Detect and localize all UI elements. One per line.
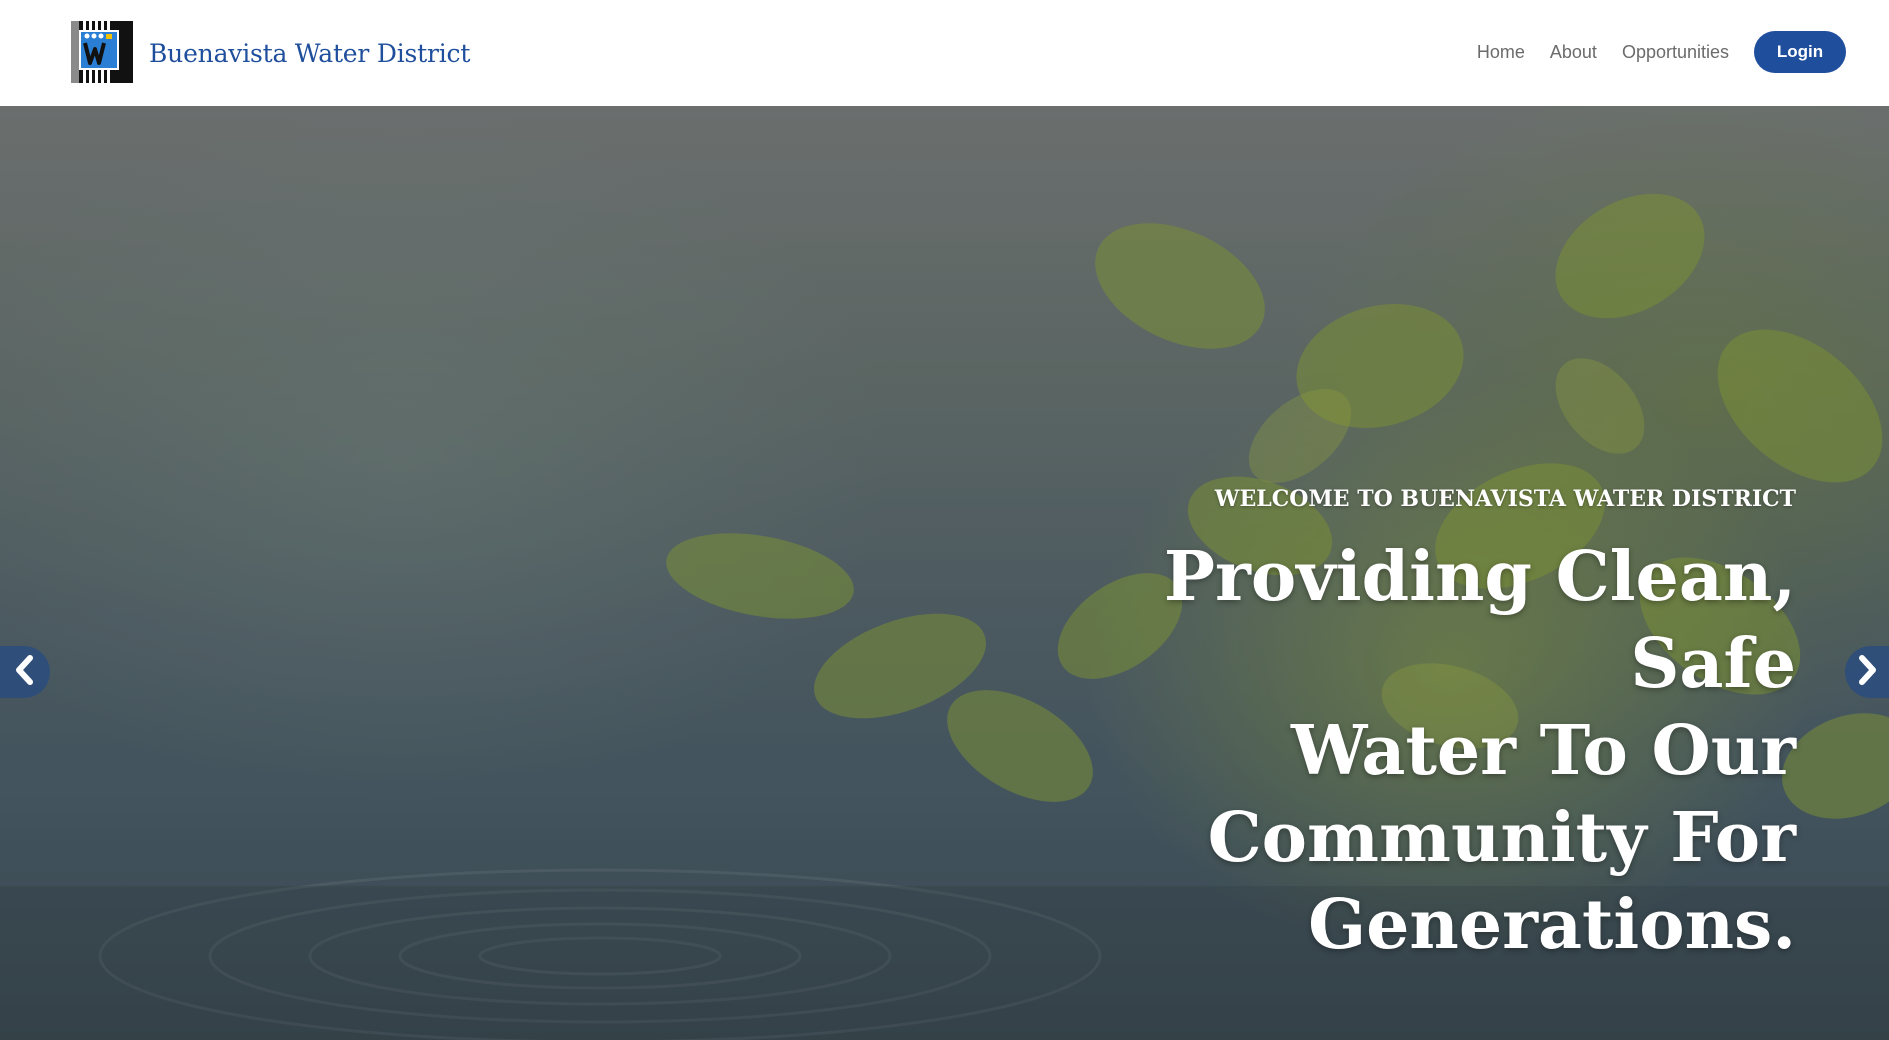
hero-headline-line: Generations. xyxy=(1308,885,1796,965)
hero-headline: Providing Clean, Safe Water To Our Commu… xyxy=(976,534,1796,969)
brand-link[interactable]: Buenavista Water District xyxy=(71,21,470,83)
water-district-logo-icon xyxy=(71,21,133,83)
carousel-prev-button[interactable] xyxy=(0,646,50,698)
hero-headline-line: Providing Clean, Safe xyxy=(1163,537,1796,704)
hero-headline-line: Water To Our xyxy=(1290,711,1796,791)
brand-name: Buenavista Water District xyxy=(149,38,471,68)
nav-opportunities-link[interactable]: Opportunities xyxy=(1622,42,1729,63)
login-button[interactable]: Login xyxy=(1754,31,1846,73)
chevron-left-icon xyxy=(13,655,37,689)
nav-home-link[interactable]: Home xyxy=(1477,42,1525,63)
hero-caption: WELCOME TO BUENAVISTA WATER DISTRICT Pro… xyxy=(976,486,1796,969)
chevron-right-icon xyxy=(1855,655,1879,689)
hero-headline-line: Community For xyxy=(1207,798,1796,878)
hero-eyebrow: WELCOME TO BUENAVISTA WATER DISTRICT xyxy=(1214,486,1796,512)
top-navbar: Buenavista Water District Home About Opp… xyxy=(0,0,1889,106)
hero-carousel: WELCOME TO BUENAVISTA WATER DISTRICT Pro… xyxy=(0,106,1889,1040)
carousel-next-button[interactable] xyxy=(1845,646,1889,698)
nav-about-link[interactable]: About xyxy=(1550,42,1597,63)
main-nav: Home About Opportunities Login xyxy=(1477,31,1846,73)
